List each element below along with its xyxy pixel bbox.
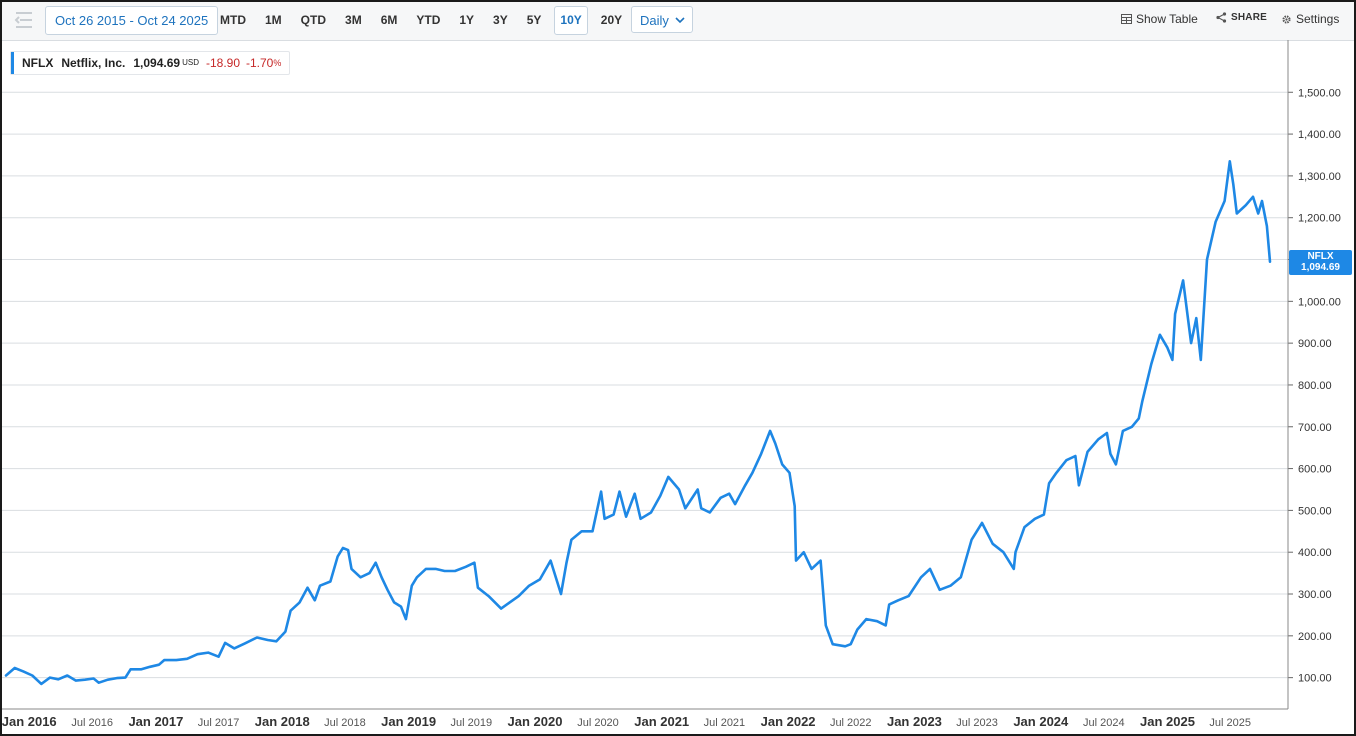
legend-pct-sign: % [273,58,282,68]
legend-company-name: Netflix, Inc. [61,56,126,70]
legend-price: 1,094.69 [133,56,181,70]
range-button-5y[interactable]: 5Y [521,6,548,35]
show-table-label: Show Table [1136,12,1198,26]
show-table-button[interactable]: Show Table [1121,12,1198,26]
legend-change: -18.90 [205,56,240,70]
y-tick-label: 100.00 [1298,673,1332,685]
date-range-picker[interactable]: Oct 26 2015 - Oct 24 2025 [45,6,219,35]
y-tick-label: 600.00 [1298,464,1332,476]
share-button[interactable]: SHARE [1216,12,1267,23]
x-tick-label: Jan 2023 [887,714,942,729]
x-tick-label: Jul 2019 [451,717,493,729]
price-tag-value: 1,094.69 [1301,261,1340,273]
x-tick-label: Jul 2021 [704,717,746,729]
series-line-nflx[interactable] [4,160,1272,686]
x-tick-label: Jan 2019 [381,714,436,729]
legend-color-bar [11,52,14,74]
gear-icon [1282,14,1291,24]
x-tick-label: Jan 2018 [255,714,310,729]
settings-button[interactable]: Settings [1281,12,1339,26]
x-tick-label: Jul 2016 [71,717,113,729]
chevron-down-icon [675,17,685,24]
x-tick-label: Jul 2017 [198,717,240,729]
settings-label: Settings [1296,12,1340,26]
x-tick-label: Jul 2024 [1083,717,1125,729]
range-buttons: MTD1MQTD3M6MYTD1Y3Y5Y10Y20YALL [214,6,677,35]
chart-window: Oct 26 2015 - Oct 24 2025 MTD 1M QTD 3M 6M YT… [0,0,1356,736]
y-tick-label: 1,300.00 [1298,171,1341,183]
range-button-1y[interactable]: 1Y [453,6,480,35]
x-tick-label: Jan 2016 [2,714,57,729]
range-button-1m[interactable]: 1M [259,6,288,35]
y-tick-label: 200.00 [1298,631,1332,643]
y-tick-label: 1,200.00 [1298,213,1341,225]
y-tick-label: 1,500.00 [1298,87,1341,99]
legend-symbol: NFLX [22,56,54,70]
x-tick-label: Jul 2020 [577,717,619,729]
y-tick-label: 400.00 [1298,547,1332,559]
x-tick-label: Jan 2025 [1140,714,1195,729]
y-tick-label: 700.00 [1298,422,1332,434]
y-tick-label: 1,000.00 [1298,296,1341,308]
menu-collapse-icon[interactable] [14,11,34,29]
x-tick-label: Jan 2017 [128,714,183,729]
legend-change-pct: -1.70 [246,56,274,70]
series-layer [4,160,1272,686]
y-tick-label: 300.00 [1298,589,1332,601]
range-button-qtd[interactable]: QTD [295,6,332,35]
table-icon [1121,14,1132,24]
x-tick-label: Jul 2023 [956,717,998,729]
range-button-6m[interactable]: 6M [375,6,404,35]
y-tick-label: 800.00 [1298,380,1332,392]
price-chart: 100.00 200.00 300.00 400.00 500.00 600.00 700.… [2,40,1341,729]
range-button-20y[interactable]: 20Y [595,6,628,35]
range-button-3y[interactable]: 3Y [487,6,514,35]
interval-value: Daily [640,13,669,28]
x-tick-label: Jan 2021 [634,714,689,729]
share-icon [1216,12,1227,23]
range-button-mtd[interactable]: MTD [214,6,252,35]
x-tick-label: Jan 2020 [508,714,563,729]
range-button-10y[interactable]: 10Y [554,6,588,35]
legend-currency: USD [182,58,199,67]
x-tick-label: Jan 2022 [761,714,816,729]
y-tick-label: 500.00 [1298,505,1332,517]
interval-select[interactable]: Daily [631,6,693,33]
y-tick-label: 1,400.00 [1298,129,1341,141]
grid-lines [2,91,1288,679]
price-tag-symbol: NFLX [1307,250,1334,262]
last-price-tag: NFLX 1,094.69 [1289,249,1352,275]
x-tick-label: Jul 2022 [830,717,872,729]
legend: NFLX Netflix, Inc. 1,094.69 USD -18.90 -… [10,51,291,75]
x-tick-label: Jul 2025 [1209,717,1251,729]
x-tick-label: Jan 2024 [1013,714,1069,729]
range-button-ytd[interactable]: YTD [410,6,446,35]
share-label: SHARE [1231,12,1268,23]
range-button-3m[interactable]: 3M [339,6,368,35]
chart-toolbar: Oct 26 2015 - Oct 24 2025 MTD 1M QTD 3M 6M YT… [2,2,1354,41]
x-tick-label: Jul 2018 [324,717,366,729]
y-tick-label: 900.00 [1298,338,1332,350]
